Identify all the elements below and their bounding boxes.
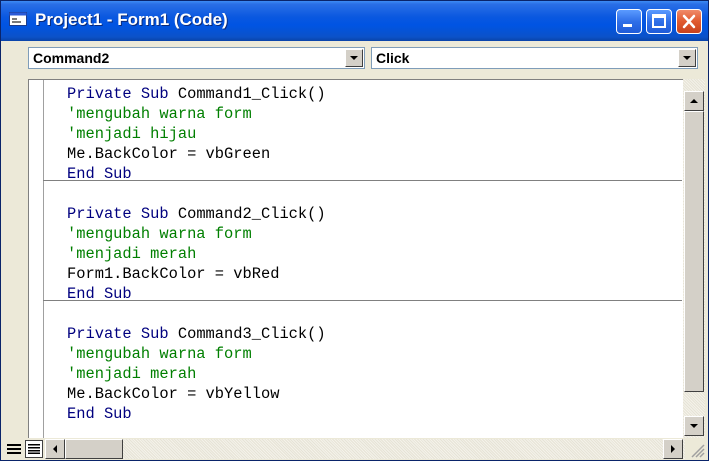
window-title: Project1 - Form1 (Code) <box>35 10 228 29</box>
title-bar[interactable]: Project1 - Form1 (Code) <box>1 1 708 41</box>
margin-indicator-bar[interactable] <box>29 80 44 438</box>
close-icon <box>682 14 696 29</box>
arrow-right-icon <box>671 445 675 453</box>
scroll-up-button[interactable] <box>684 91 704 111</box>
procedure-view-icon <box>7 444 21 454</box>
code-line[interactable]: End Sub <box>67 284 326 304</box>
code-keyword: Private Sub <box>67 205 178 223</box>
object-combo[interactable]: Command2 <box>28 47 365 69</box>
blank-line[interactable] <box>67 184 326 204</box>
bottom-bar <box>1 438 708 460</box>
vertical-scrollbar[interactable] <box>683 79 705 438</box>
vb-form-icon <box>9 12 27 26</box>
scroll-right-button[interactable] <box>663 439 683 459</box>
full-module-view-icon <box>28 444 40 454</box>
code-line[interactable]: 'mengubah warna form <box>67 224 326 244</box>
code-editor[interactable]: Private Sub Command1_Click()'mengubah wa… <box>28 79 683 438</box>
scroll-down-button[interactable] <box>684 416 704 436</box>
code-line[interactable]: End Sub <box>67 164 326 184</box>
code-text-token: Command2_Click() <box>177 205 326 223</box>
code-text[interactable]: Private Sub Command1_Click()'mengubah wa… <box>67 84 326 424</box>
minimize-icon <box>623 24 632 27</box>
full-module-view-button[interactable] <box>25 440 43 458</box>
chevron-down-icon <box>683 56 691 60</box>
code-line[interactable]: 'menjadi merah <box>67 244 326 264</box>
code-text-token: Me.BackColor = vbYellow <box>67 385 280 403</box>
arrow-up-icon <box>690 99 698 103</box>
code-text-token: Command1_Click() <box>177 85 326 103</box>
code-comment: 'menjadi hijau <box>67 125 197 143</box>
code-line[interactable]: End Sub <box>67 404 326 424</box>
code-line[interactable]: 'mengubah warna form <box>67 344 326 364</box>
arrow-down-icon <box>690 424 698 428</box>
chevron-down-icon <box>350 56 358 60</box>
code-line[interactable]: Me.BackColor = vbYellow <box>67 384 326 404</box>
procedure-combo-dropdown-button[interactable] <box>678 49 696 67</box>
code-line[interactable]: 'menjadi hijau <box>67 124 326 144</box>
code-line[interactable]: Form1.BackColor = vbRed <box>67 264 326 284</box>
scroll-left-button[interactable] <box>45 439 65 459</box>
code-keyword: End Sub <box>67 405 132 423</box>
code-comment: 'mengubah warna form <box>67 345 252 363</box>
vertical-scroll-thumb[interactable] <box>684 111 704 392</box>
code-line[interactable]: Me.BackColor = vbGreen <box>67 144 326 164</box>
blank-line[interactable] <box>67 304 326 324</box>
code-comment: 'menjadi merah <box>67 365 197 383</box>
code-keyword: End Sub <box>67 285 132 303</box>
procedure-view-button[interactable] <box>5 440 23 458</box>
code-keyword: End Sub <box>67 165 132 183</box>
maximize-button[interactable] <box>646 9 672 34</box>
object-combo-value: Command2 <box>33 50 110 66</box>
code-text-token: Form1.BackColor = vbRed <box>67 265 280 283</box>
resize-grip-icon[interactable] <box>687 440 705 458</box>
code-keyword: Private Sub <box>67 85 178 103</box>
code-text-token: Me.BackColor = vbGreen <box>67 145 271 163</box>
object-combo-dropdown-button[interactable] <box>345 49 363 67</box>
code-comment: 'mengubah warna form <box>67 225 252 243</box>
code-window: Project1 - Form1 (Code) Command2 Click P… <box>0 0 709 461</box>
code-keyword: Private Sub <box>67 325 178 343</box>
procedure-combo[interactable]: Click <box>371 47 698 69</box>
code-comment: 'menjadi merah <box>67 245 197 263</box>
arrow-left-icon <box>53 445 57 453</box>
combo-toolbar: Command2 Click <box>1 41 708 75</box>
horizontal-scroll-thumb[interactable] <box>65 439 123 459</box>
code-comment: 'mengubah warna form <box>67 105 252 123</box>
code-text-token: Command3_Click() <box>177 325 326 343</box>
maximize-icon <box>652 14 666 28</box>
code-line[interactable]: Private Sub Command3_Click() <box>67 324 326 344</box>
procedure-combo-value: Click <box>376 50 410 66</box>
code-line[interactable]: 'mengubah warna form <box>67 104 326 124</box>
code-line[interactable]: 'menjadi merah <box>67 364 326 384</box>
minimize-button[interactable] <box>616 9 642 34</box>
horizontal-scrollbar[interactable] <box>45 439 685 459</box>
code-line[interactable]: Private Sub Command2_Click() <box>67 204 326 224</box>
close-button[interactable] <box>676 9 702 34</box>
code-line[interactable]: Private Sub Command1_Click() <box>67 84 326 104</box>
